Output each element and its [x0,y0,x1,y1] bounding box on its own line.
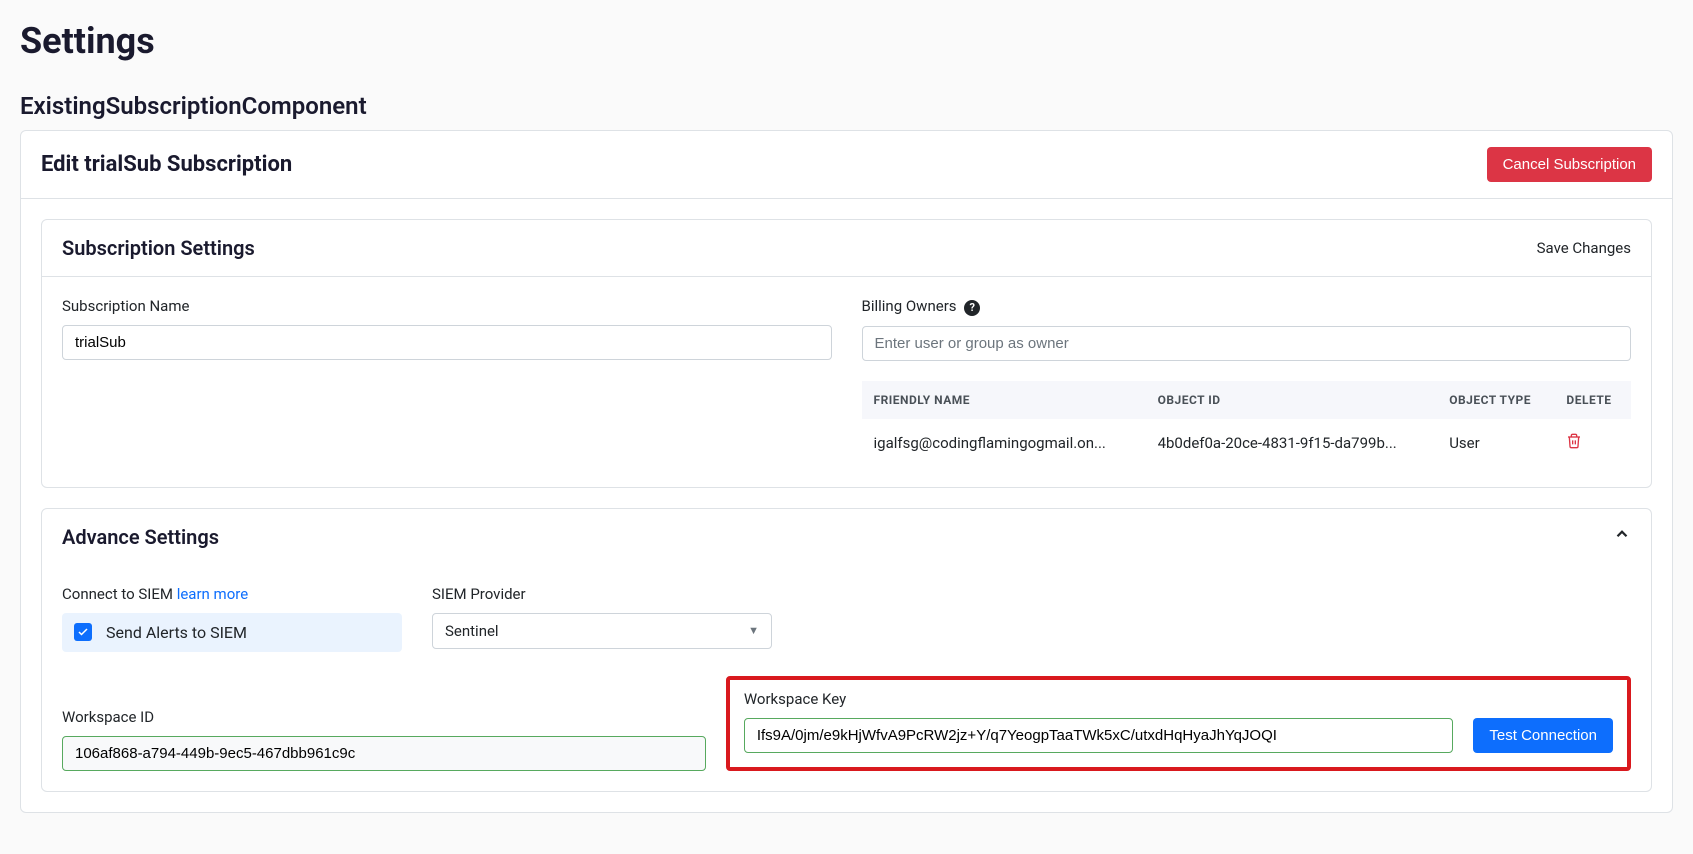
cell-friendly-name: igalfsg@codingflamingogmail.on... [862,419,1146,467]
owners-table: FRIENDLY NAME OBJECT ID OBJECT TYPE DELE… [862,381,1632,467]
help-icon[interactable]: ? [964,300,980,316]
workspace-id-label: Workspace ID [62,708,706,726]
workspace-key-label: Workspace Key [744,690,1454,708]
siem-provider-label: SIEM Provider [432,585,772,603]
th-friendly-name: FRIENDLY NAME [862,381,1146,419]
subscription-settings-header: Subscription Settings Save Changes [42,220,1651,277]
workspace-key-highlight: Workspace Key Test Connection [726,676,1631,771]
caret-down-icon: ▼ [748,624,759,637]
page-title: Settings [20,20,1673,62]
send-alerts-label: Send Alerts to SIEM [106,623,247,642]
edit-subscription-title: Edit trialSub Subscription [41,152,292,177]
table-row: igalfsg@codingflamingogmail.on... 4b0def… [862,419,1632,467]
learn-more-link[interactable]: learn more [177,585,248,603]
send-alerts-checkbox-container[interactable]: Send Alerts to SIEM [62,613,402,652]
subscription-settings-title: Subscription Settings [62,236,255,260]
subscription-settings-card: Subscription Settings Save Changes Subsc… [41,219,1652,488]
siem-provider-select[interactable]: Sentinel ▼ [432,613,772,649]
test-connection-button[interactable]: Test Connection [1473,718,1613,753]
main-card: Edit trialSub Subscription Cancel Subscr… [20,130,1673,813]
th-delete: DELETE [1554,381,1631,419]
card-header: Edit trialSub Subscription Cancel Subscr… [21,131,1672,199]
connect-siem-label: Connect to SIEM learn more [62,585,402,603]
card-body: Subscription Settings Save Changes Subsc… [21,199,1672,812]
subscription-settings-body: Subscription Name Billing Owners ? [42,277,1651,487]
advance-settings-body: Connect to SIEM learn more Send Alerts t… [42,565,1651,791]
subscription-name-label: Subscription Name [62,297,832,315]
workspace-key-input[interactable] [744,718,1454,753]
component-title: ExistingSubscriptionComponent [20,92,1673,120]
workspace-id-input[interactable] [62,736,706,771]
siem-provider-value: Sentinel [445,622,499,640]
th-object-type: OBJECT TYPE [1437,381,1554,419]
advance-settings-card: Advance Settings Connect to SIEM learn m… [41,508,1652,792]
billing-owners-label: Billing Owners ? [862,297,1632,316]
send-alerts-checkbox[interactable] [74,623,92,641]
billing-owners-input[interactable] [862,326,1632,361]
advance-settings-header[interactable]: Advance Settings [42,509,1651,565]
save-changes-button[interactable]: Save Changes [1537,239,1631,257]
th-object-id: OBJECT ID [1146,381,1438,419]
advance-settings-title: Advance Settings [62,525,219,549]
cancel-subscription-button[interactable]: Cancel Subscription [1487,147,1652,182]
cell-object-id: 4b0def0a-20ce-4831-9f15-da799b... [1146,419,1438,467]
cell-object-type: User [1437,419,1554,467]
subscription-name-input[interactable] [62,325,832,360]
trash-icon[interactable] [1566,435,1582,453]
chevron-up-icon [1613,525,1631,548]
